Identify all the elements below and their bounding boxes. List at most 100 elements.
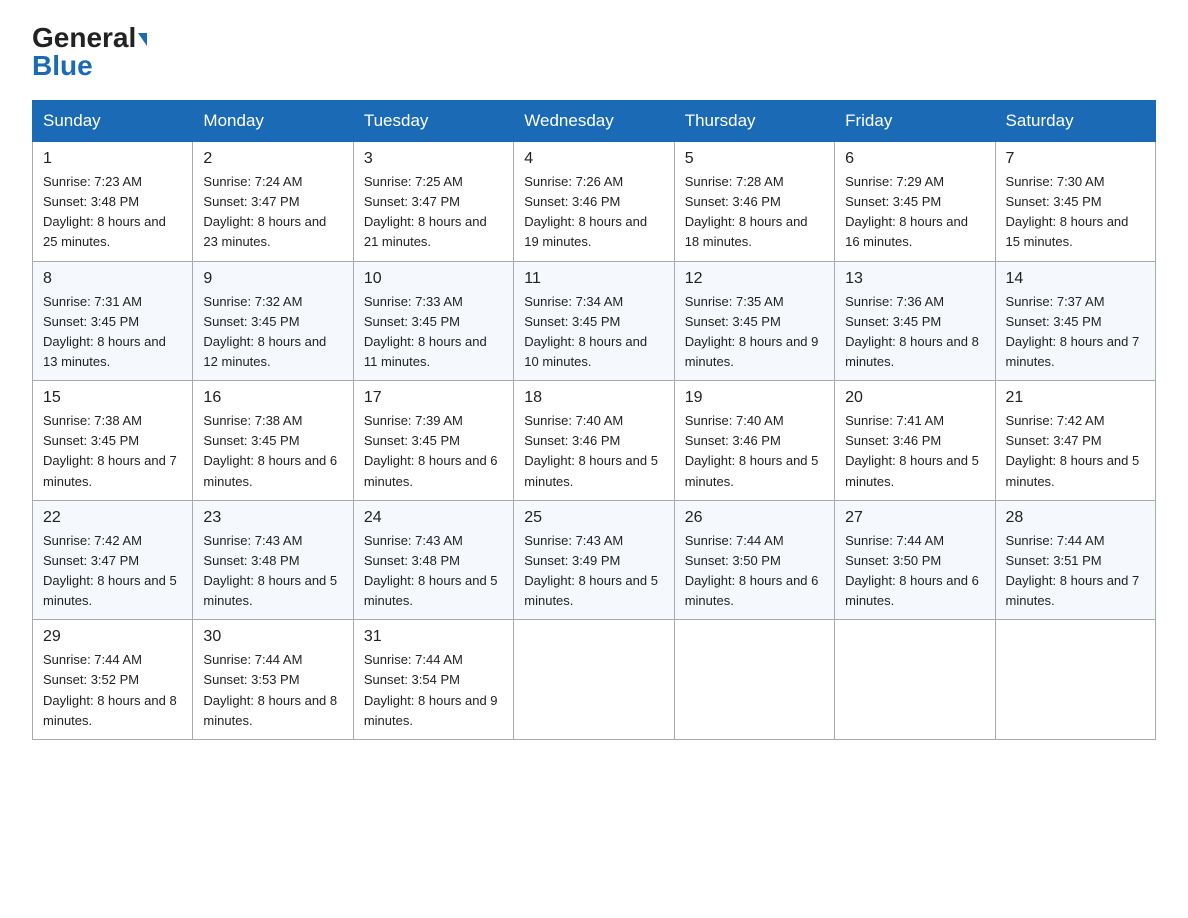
calendar-cell (674, 620, 834, 740)
day-number: 28 (1006, 509, 1145, 527)
day-info: Sunrise: 7:44 AMSunset: 3:52 PMDaylight:… (43, 650, 182, 731)
calendar-cell: 26Sunrise: 7:44 AMSunset: 3:50 PMDayligh… (674, 500, 834, 620)
header-day-wednesday: Wednesday (514, 101, 674, 142)
calendar-cell: 28 Sunrise: 7:44 AMSunset: 3:51 PMDayligh… (995, 500, 1155, 620)
header-day-monday: Monday (193, 101, 353, 142)
day-info: Sunrise: 7:42 AMSunset: 3:47 PMDaylight:… (43, 531, 182, 612)
calendar-week-row: 22 Sunrise: 7:42 AMSunset: 3:47 PMDayligh… (33, 500, 1156, 620)
day-info: Sunrise: 7:38 AMSunset: 3:45 PMDaylight:… (43, 411, 182, 492)
day-info: Sunrise: 7:37 AMSunset: 3:45 PMDaylight:… (1006, 292, 1145, 373)
calendar-cell: 5Sunrise: 7:28 AMSunset: 3:46 PMDaylight… (674, 142, 834, 262)
calendar-week-row: 29 Sunrise: 7:44 AMSunset: 3:52 PMDayligh… (33, 620, 1156, 740)
day-info: Sunrise: 7:35 AMSunset: 3:45 PMDaylight:… (685, 292, 824, 373)
calendar-cell: 30 Sunrise: 7:44 AMSunset: 3:53 PMDayligh… (193, 620, 353, 740)
calendar-cell (514, 620, 674, 740)
calendar-cell: 9 Sunrise: 7:32 AMSunset: 3:45 PMDaylight… (193, 261, 353, 381)
day-info: Sunrise: 7:24 AMSunset: 3:47 PMDaylight:… (203, 172, 342, 253)
day-info: Sunrise: 7:29 AMSunset: 3:45 PMDaylight:… (845, 172, 984, 253)
calendar-week-row: 15Sunrise: 7:38 AMSunset: 3:45 PMDayligh… (33, 381, 1156, 501)
day-number: 14 (1006, 270, 1145, 288)
day-info: Sunrise: 7:44 AMSunset: 3:54 PMDaylight:… (364, 650, 503, 731)
day-number: 23 (203, 509, 342, 527)
page-header: General Blue (32, 24, 1156, 82)
day-number: 29 (43, 628, 182, 646)
calendar-cell: 17Sunrise: 7:39 AMSunset: 3:45 PMDayligh… (353, 381, 513, 501)
day-number: 2 (203, 150, 342, 168)
day-number: 19 (685, 389, 824, 407)
day-number: 30 (203, 628, 342, 646)
header-day-friday: Friday (835, 101, 995, 142)
day-info: Sunrise: 7:30 AMSunset: 3:45 PMDaylight:… (1006, 172, 1145, 253)
calendar-cell: 18 Sunrise: 7:40 AMSunset: 3:46 PMDayligh… (514, 381, 674, 501)
day-info: Sunrise: 7:34 AMSunset: 3:45 PMDaylight:… (524, 292, 663, 373)
calendar-cell: 3 Sunrise: 7:25 AMSunset: 3:47 PMDaylight… (353, 142, 513, 262)
header-day-saturday: Saturday (995, 101, 1155, 142)
day-info: Sunrise: 7:44 AMSunset: 3:50 PMDaylight:… (845, 531, 984, 612)
calendar-cell: 20Sunrise: 7:41 AMSunset: 3:46 PMDayligh… (835, 381, 995, 501)
day-number: 21 (1006, 389, 1145, 407)
day-number: 18 (524, 389, 663, 407)
calendar-cell: 13Sunrise: 7:36 AMSunset: 3:45 PMDayligh… (835, 261, 995, 381)
day-info: Sunrise: 7:43 AMSunset: 3:48 PMDaylight:… (364, 531, 503, 612)
calendar-week-row: 8 Sunrise: 7:31 AMSunset: 3:45 PMDaylight… (33, 261, 1156, 381)
logo: General Blue (32, 24, 147, 82)
calendar-cell: 15Sunrise: 7:38 AMSunset: 3:45 PMDayligh… (33, 381, 193, 501)
calendar-cell: 2 Sunrise: 7:24 AMSunset: 3:47 PMDaylight… (193, 142, 353, 262)
day-number: 24 (364, 509, 503, 527)
calendar-cell: 1 Sunrise: 7:23 AMSunset: 3:48 PMDaylight… (33, 142, 193, 262)
day-number: 27 (845, 509, 984, 527)
day-info: Sunrise: 7:23 AMSunset: 3:48 PMDaylight:… (43, 172, 182, 253)
day-number: 1 (43, 150, 182, 168)
calendar-cell: 10 Sunrise: 7:33 AMSunset: 3:45 PMDayligh… (353, 261, 513, 381)
calendar-cell: 24 Sunrise: 7:43 AMSunset: 3:48 PMDayligh… (353, 500, 513, 620)
day-number: 6 (845, 150, 984, 168)
calendar-cell: 6 Sunrise: 7:29 AMSunset: 3:45 PMDaylight… (835, 142, 995, 262)
day-number: 10 (364, 270, 503, 288)
logo-general: General (32, 24, 147, 52)
calendar-cell: 19 Sunrise: 7:40 AMSunset: 3:46 PMDayligh… (674, 381, 834, 501)
day-number: 17 (364, 389, 503, 407)
calendar-cell (995, 620, 1155, 740)
day-info: Sunrise: 7:44 AMSunset: 3:53 PMDaylight:… (203, 650, 342, 731)
day-info: Sunrise: 7:44 AMSunset: 3:51 PMDaylight:… (1006, 531, 1145, 612)
day-info: Sunrise: 7:31 AMSunset: 3:45 PMDaylight:… (43, 292, 182, 373)
day-info: Sunrise: 7:28 AMSunset: 3:46 PMDaylight:… (685, 172, 824, 253)
header-day-sunday: Sunday (33, 101, 193, 142)
calendar-cell: 22 Sunrise: 7:42 AMSunset: 3:47 PMDayligh… (33, 500, 193, 620)
day-number: 11 (524, 270, 663, 288)
logo-blue: Blue (32, 50, 93, 82)
day-info: Sunrise: 7:40 AMSunset: 3:46 PMDaylight:… (685, 411, 824, 492)
day-number: 22 (43, 509, 182, 527)
calendar-cell: 4Sunrise: 7:26 AMSunset: 3:46 PMDaylight… (514, 142, 674, 262)
calendar-week-row: 1 Sunrise: 7:23 AMSunset: 3:48 PMDaylight… (33, 142, 1156, 262)
calendar-cell: 25Sunrise: 7:43 AMSunset: 3:49 PMDayligh… (514, 500, 674, 620)
calendar-cell (835, 620, 995, 740)
calendar-cell: 21Sunrise: 7:42 AMSunset: 3:47 PMDayligh… (995, 381, 1155, 501)
day-info: Sunrise: 7:25 AMSunset: 3:47 PMDaylight:… (364, 172, 503, 253)
day-number: 31 (364, 628, 503, 646)
calendar-cell: 29 Sunrise: 7:44 AMSunset: 3:52 PMDayligh… (33, 620, 193, 740)
day-info: Sunrise: 7:43 AMSunset: 3:48 PMDaylight:… (203, 531, 342, 612)
day-info: Sunrise: 7:43 AMSunset: 3:49 PMDaylight:… (524, 531, 663, 612)
calendar-cell: 27 Sunrise: 7:44 AMSunset: 3:50 PMDayligh… (835, 500, 995, 620)
day-info: Sunrise: 7:32 AMSunset: 3:45 PMDaylight:… (203, 292, 342, 373)
calendar-cell: 8 Sunrise: 7:31 AMSunset: 3:45 PMDaylight… (33, 261, 193, 381)
day-number: 8 (43, 270, 182, 288)
calendar-cell: 12 Sunrise: 7:35 AMSunset: 3:45 PMDayligh… (674, 261, 834, 381)
calendar-header-row: SundayMondayTuesdayWednesdayThursdayFrid… (33, 101, 1156, 142)
calendar-cell: 14 Sunrise: 7:37 AMSunset: 3:45 PMDayligh… (995, 261, 1155, 381)
day-number: 3 (364, 150, 503, 168)
header-day-thursday: Thursday (674, 101, 834, 142)
day-info: Sunrise: 7:33 AMSunset: 3:45 PMDaylight:… (364, 292, 503, 373)
day-number: 9 (203, 270, 342, 288)
header-day-tuesday: Tuesday (353, 101, 513, 142)
calendar-cell: 7Sunrise: 7:30 AMSunset: 3:45 PMDaylight… (995, 142, 1155, 262)
day-number: 12 (685, 270, 824, 288)
calendar-cell: 11 Sunrise: 7:34 AMSunset: 3:45 PMDayligh… (514, 261, 674, 381)
day-info: Sunrise: 7:41 AMSunset: 3:46 PMDaylight:… (845, 411, 984, 492)
day-info: Sunrise: 7:40 AMSunset: 3:46 PMDaylight:… (524, 411, 663, 492)
day-info: Sunrise: 7:26 AMSunset: 3:46 PMDaylight:… (524, 172, 663, 253)
calendar-cell: 16Sunrise: 7:38 AMSunset: 3:45 PMDayligh… (193, 381, 353, 501)
calendar-cell: 31 Sunrise: 7:44 AMSunset: 3:54 PMDayligh… (353, 620, 513, 740)
calendar-table: SundayMondayTuesdayWednesdayThursdayFrid… (32, 100, 1156, 740)
